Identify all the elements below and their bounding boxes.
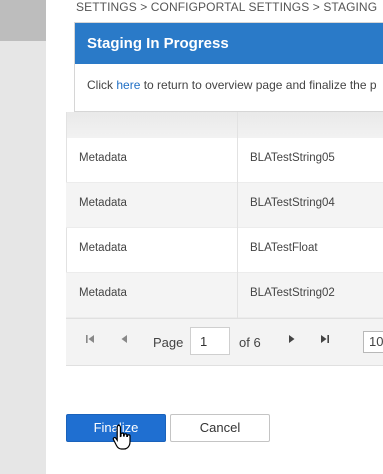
table-row[interactable]: Metadata BLATestString02 [66,273,383,318]
row-type: Metadata [79,197,127,209]
cancel-button[interactable]: Cancel [170,414,270,442]
prev-page-icon[interactable] [117,334,131,348]
hand-cursor-icon [112,424,131,450]
left-rail [0,0,46,474]
row-type: Metadata [79,287,127,299]
page-label: Page [153,335,184,350]
page-number-input[interactable] [190,327,230,355]
message-suffix: to return to overview page and finalize … [140,78,377,92]
last-page-icon[interactable] [318,334,332,348]
row-name: BLATestString02 [250,287,335,299]
left-rail-top [0,0,46,41]
next-page-icon[interactable] [285,334,299,348]
table-row[interactable]: Metadata BLATestString04 [66,183,383,228]
first-page-icon[interactable] [83,334,97,348]
panel-title: Staging In Progress [75,23,383,64]
staging-panel: Staging In Progress Click here to return… [74,22,383,112]
page-count-label: of 6 [239,335,261,350]
overview-link[interactable]: here [116,78,140,92]
row-name: BLATestString05 [250,152,335,164]
table-row[interactable]: Metadata BLATestFloat [66,228,383,273]
row-name: BLATestString04 [250,197,335,209]
row-type: Metadata [79,242,127,254]
row-type: Metadata [79,152,127,164]
page-size-select[interactable]: 10 [363,331,383,353]
row-name: BLATestFloat [250,242,318,254]
breadcrumb: SETTINGS > CONFIGPORTAL SETTINGS > STAGI… [76,0,378,14]
table-row[interactable]: Metadata BLATestString05 [66,138,383,183]
column-separator [237,112,238,318]
panel-message: Click here to return to overview page an… [87,78,377,92]
pager: Page of 6 10 [66,318,383,366]
message-prefix: Click [87,78,117,92]
